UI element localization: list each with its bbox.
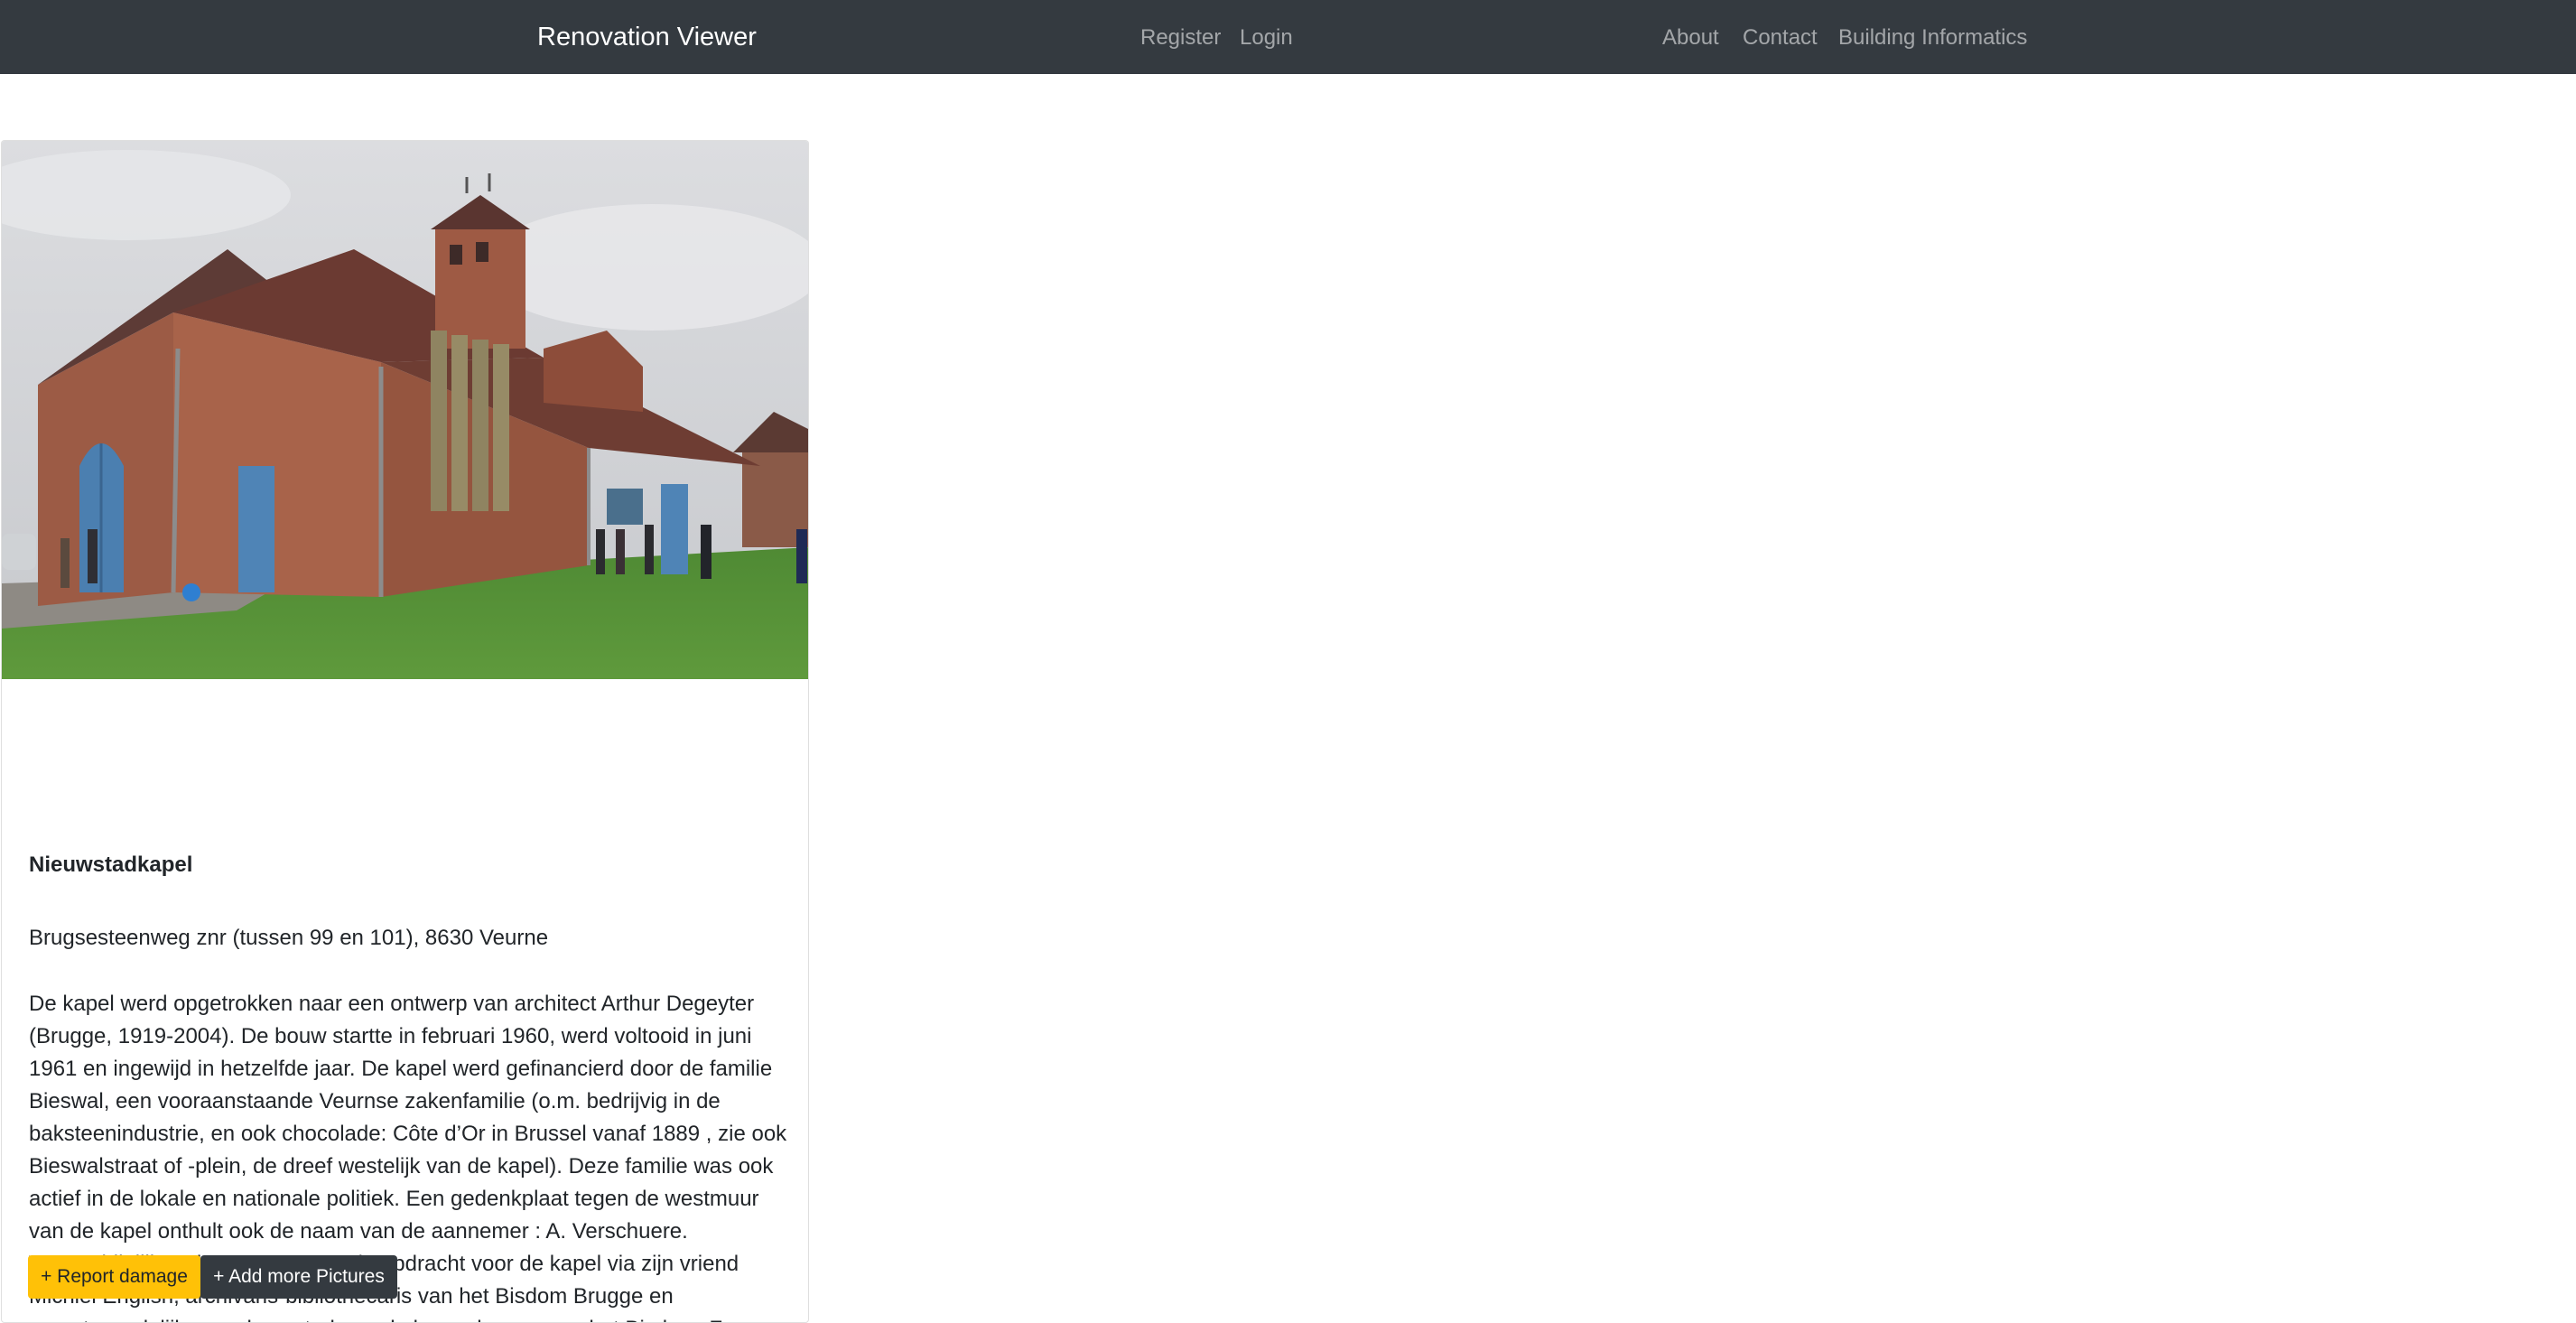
nav-about-link[interactable]: About bbox=[1662, 23, 1719, 52]
building-card: Nieuwstadkapel Brugsesteenweg znr (tusse… bbox=[1, 140, 809, 1323]
add-pictures-button[interactable]: + Add more Pictures bbox=[200, 1255, 397, 1299]
building-title: Nieuwstadkapel bbox=[29, 852, 193, 877]
top-navbar: Renovation Viewer Register Login About C… bbox=[0, 0, 2576, 74]
building-photo bbox=[2, 141, 808, 679]
nav-contact-link[interactable]: Contact bbox=[1743, 23, 1818, 52]
nav-building-informatics-link[interactable]: Building Informatics bbox=[1838, 23, 2027, 52]
report-damage-button[interactable]: + Report damage bbox=[28, 1255, 200, 1299]
nav-register-link[interactable]: Register bbox=[1140, 23, 1221, 52]
brand-link[interactable]: Renovation Viewer bbox=[537, 20, 757, 54]
building-address: Brugsesteenweg znr (tussen 99 en 101), 8… bbox=[29, 926, 549, 950]
nav-login-link[interactable]: Login bbox=[1240, 23, 1293, 52]
